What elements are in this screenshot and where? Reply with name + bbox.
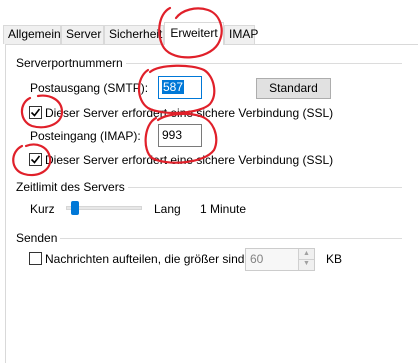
group-title-send: Senden (16, 231, 61, 245)
imap-ssl-checkbox[interactable] (29, 153, 42, 166)
tab-server[interactable]: Server (61, 25, 104, 44)
timeout-value-label: 1 Minute (200, 202, 247, 216)
chevron-down-icon[interactable]: ▼ (299, 259, 314, 269)
timeout-short-label: Kurz (30, 202, 55, 216)
smtp-port-label: Postausgang (SMTP): (30, 81, 149, 95)
tab-erweitert[interactable]: Erweitert (164, 22, 224, 45)
tab-sicherheit[interactable]: Sicherheit (104, 25, 164, 44)
imap-port-input[interactable]: 993 (158, 124, 202, 147)
split-size-stepper[interactable]: 60 ▲ ▼ (245, 248, 315, 271)
split-messages-label: Nachrichten aufteilen, die größer sind a… (45, 252, 264, 266)
smtp-ssl-checkbox[interactable] (29, 106, 42, 119)
tab-allgemein[interactable]: Allgemein (3, 25, 61, 44)
group-title-server-ports: Serverportnummern (16, 56, 126, 70)
group-title-timeout: Zeitlimit des Servers (16, 180, 128, 194)
checkmark-icon (30, 108, 41, 117)
split-messages-checkbox[interactable] (29, 252, 42, 265)
smtp-ssl-label: Dieser Server erfordert eine sichere Ver… (45, 106, 334, 120)
split-size-value: 60 (250, 252, 264, 266)
checkmark-icon (30, 155, 41, 164)
timeout-long-label: Lang (154, 202, 181, 216)
standard-button[interactable]: Standard (256, 78, 331, 99)
group-divider (16, 238, 402, 239)
timeout-slider-thumb[interactable] (71, 201, 79, 215)
tab-imap[interactable]: IMAP (224, 25, 258, 44)
smtp-port-input[interactable]: 587 (158, 76, 202, 99)
imap-port-label: Posteingang (IMAP): (30, 129, 141, 143)
imap-ssl-label: Dieser Server erfordert eine sichere Ver… (45, 153, 334, 167)
split-size-unit: KB (326, 252, 343, 266)
stepper-buttons[interactable]: ▲ ▼ (298, 249, 314, 270)
smtp-port-value: 587 (162, 80, 185, 94)
